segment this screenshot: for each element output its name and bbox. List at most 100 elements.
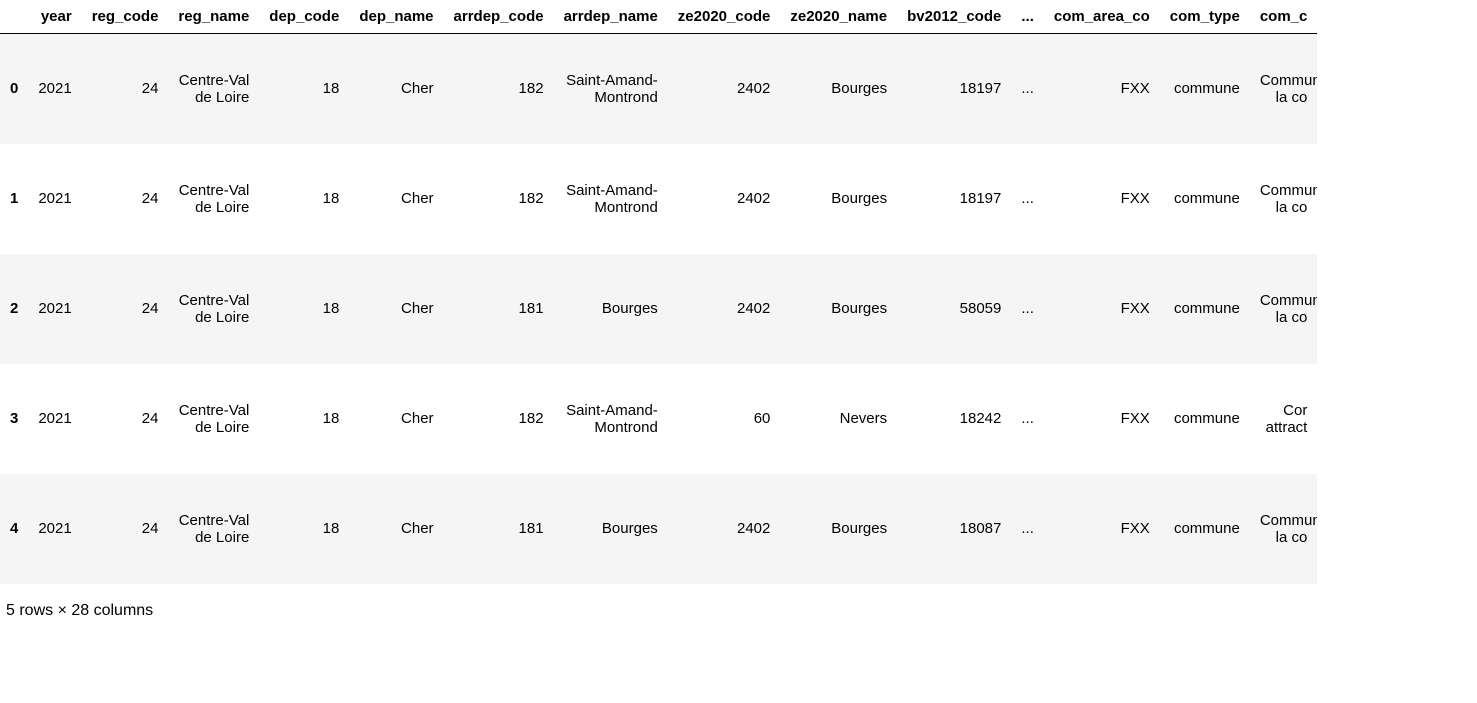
cell-com-c: Commune la co xyxy=(1250,474,1318,584)
cell-arrdep-name: Saint-Amand-Montrond xyxy=(554,144,668,254)
col-reg-name: reg_name xyxy=(168,0,259,34)
col-dep-name: dep_name xyxy=(349,0,443,34)
cell-dep-name: Cher xyxy=(349,364,443,474)
cell-ze2020-code: 2402 xyxy=(668,144,781,254)
col-ze2020-code: ze2020_code xyxy=(668,0,781,34)
cell-com-c: Commune la co xyxy=(1250,254,1318,364)
cell-dep-name: Cher xyxy=(349,144,443,254)
table-row: 4 2021 24 Centre-Val de Loire 18 Cher 18… xyxy=(0,474,1317,584)
table-row: 3 2021 24 Centre-Val de Loire 18 Cher 18… xyxy=(0,364,1317,474)
cell-ze2020-name: Bourges xyxy=(780,254,897,364)
cell-arrdep-name: Bourges xyxy=(554,474,668,584)
cell-com-area-co: FXX xyxy=(1044,474,1160,584)
cell-dep-code: 18 xyxy=(259,34,349,144)
cell-bv2012-code: 18242 xyxy=(897,364,1011,474)
col-year: year xyxy=(28,0,81,34)
cell-year: 2021 xyxy=(28,474,81,584)
cell-ze2020-name: Bourges xyxy=(780,144,897,254)
cell-ellipsis: ... xyxy=(1011,364,1044,474)
cell-ellipsis: ... xyxy=(1011,474,1044,584)
cell-ze2020-code: 2402 xyxy=(668,254,781,364)
col-dep-code: dep_code xyxy=(259,0,349,34)
cell-dep-name: Cher xyxy=(349,474,443,584)
cell-com-area-co: FXX xyxy=(1044,34,1160,144)
dataframe-wrapper[interactable]: year reg_code reg_name dep_code dep_name… xyxy=(0,0,1477,584)
cell-ellipsis: ... xyxy=(1011,254,1044,364)
cell-reg-code: 24 xyxy=(82,144,169,254)
cell-bv2012-code: 18197 xyxy=(897,144,1011,254)
cell-reg-code: 24 xyxy=(82,34,169,144)
table-row: 2 2021 24 Centre-Val de Loire 18 Cher 18… xyxy=(0,254,1317,364)
cell-arrdep-code: 182 xyxy=(444,364,554,474)
cell-reg-name: Centre-Val de Loire xyxy=(168,254,259,364)
cell-dep-name: Cher xyxy=(349,254,443,364)
cell-ze2020-code: 60 xyxy=(668,364,781,474)
dataframe-table: year reg_code reg_name dep_code dep_name… xyxy=(0,0,1317,584)
cell-com-type: commune xyxy=(1160,34,1250,144)
cell-ze2020-code: 2402 xyxy=(668,474,781,584)
table-body: 0 2021 24 Centre-Val de Loire 18 Cher 18… xyxy=(0,34,1317,584)
col-com-c: com_c xyxy=(1250,0,1318,34)
col-reg-code: reg_code xyxy=(82,0,169,34)
col-com-area-co: com_area_co xyxy=(1044,0,1160,34)
dataframe-summary: 5 rows × 28 columns xyxy=(0,584,1477,628)
cell-com-type: commune xyxy=(1160,474,1250,584)
cell-arrdep-name: Saint-Amand-Montrond xyxy=(554,34,668,144)
cell-com-area-co: FXX xyxy=(1044,364,1160,474)
row-index: 3 xyxy=(0,364,28,474)
table-row: 1 2021 24 Centre-Val de Loire 18 Cher 18… xyxy=(0,144,1317,254)
cell-year: 2021 xyxy=(28,34,81,144)
cell-dep-name: Cher xyxy=(349,34,443,144)
cell-com-area-co: FXX xyxy=(1044,254,1160,364)
cell-reg-name: Centre-Val de Loire xyxy=(168,474,259,584)
col-ellipsis: ... xyxy=(1011,0,1044,34)
cell-ze2020-name: Bourges xyxy=(780,474,897,584)
row-index: 4 xyxy=(0,474,28,584)
cell-reg-name: Centre-Val de Loire xyxy=(168,144,259,254)
cell-com-type: commune xyxy=(1160,144,1250,254)
cell-arrdep-code: 182 xyxy=(444,34,554,144)
col-arrdep-name: arrdep_name xyxy=(554,0,668,34)
col-arrdep-code: arrdep_code xyxy=(444,0,554,34)
cell-com-type: commune xyxy=(1160,364,1250,474)
cell-arrdep-name: Bourges xyxy=(554,254,668,364)
cell-ze2020-name: Bourges xyxy=(780,34,897,144)
cell-com-c: Cor attract xyxy=(1250,364,1318,474)
cell-arrdep-code: 181 xyxy=(444,254,554,364)
cell-reg-name: Centre-Val de Loire xyxy=(168,364,259,474)
cell-dep-code: 18 xyxy=(259,254,349,364)
cell-year: 2021 xyxy=(28,254,81,364)
cell-ze2020-code: 2402 xyxy=(668,34,781,144)
cell-bv2012-code: 18197 xyxy=(897,34,1011,144)
cell-ze2020-name: Nevers xyxy=(780,364,897,474)
col-com-type: com_type xyxy=(1160,0,1250,34)
table-header: year reg_code reg_name dep_code dep_name… xyxy=(0,0,1317,34)
cell-ellipsis: ... xyxy=(1011,144,1044,254)
cell-reg-name: Centre-Val de Loire xyxy=(168,34,259,144)
cell-dep-code: 18 xyxy=(259,144,349,254)
row-index: 0 xyxy=(0,34,28,144)
cell-com-type: commune xyxy=(1160,254,1250,364)
index-header xyxy=(0,0,28,34)
row-index: 2 xyxy=(0,254,28,364)
cell-arrdep-code: 182 xyxy=(444,144,554,254)
cell-dep-code: 18 xyxy=(259,474,349,584)
cell-arrdep-name: Saint-Amand-Montrond xyxy=(554,364,668,474)
cell-year: 2021 xyxy=(28,144,81,254)
cell-com-c: Commune la co xyxy=(1250,144,1318,254)
cell-bv2012-code: 58059 xyxy=(897,254,1011,364)
cell-com-c: Commune la co xyxy=(1250,34,1318,144)
cell-ellipsis: ... xyxy=(1011,34,1044,144)
cell-com-area-co: FXX xyxy=(1044,144,1160,254)
col-bv2012-code: bv2012_code xyxy=(897,0,1011,34)
row-index: 1 xyxy=(0,144,28,254)
table-row: 0 2021 24 Centre-Val de Loire 18 Cher 18… xyxy=(0,34,1317,144)
col-ze2020-name: ze2020_name xyxy=(780,0,897,34)
cell-year: 2021 xyxy=(28,364,81,474)
cell-dep-code: 18 xyxy=(259,364,349,474)
cell-reg-code: 24 xyxy=(82,474,169,584)
cell-reg-code: 24 xyxy=(82,254,169,364)
cell-reg-code: 24 xyxy=(82,364,169,474)
cell-arrdep-code: 181 xyxy=(444,474,554,584)
cell-bv2012-code: 18087 xyxy=(897,474,1011,584)
